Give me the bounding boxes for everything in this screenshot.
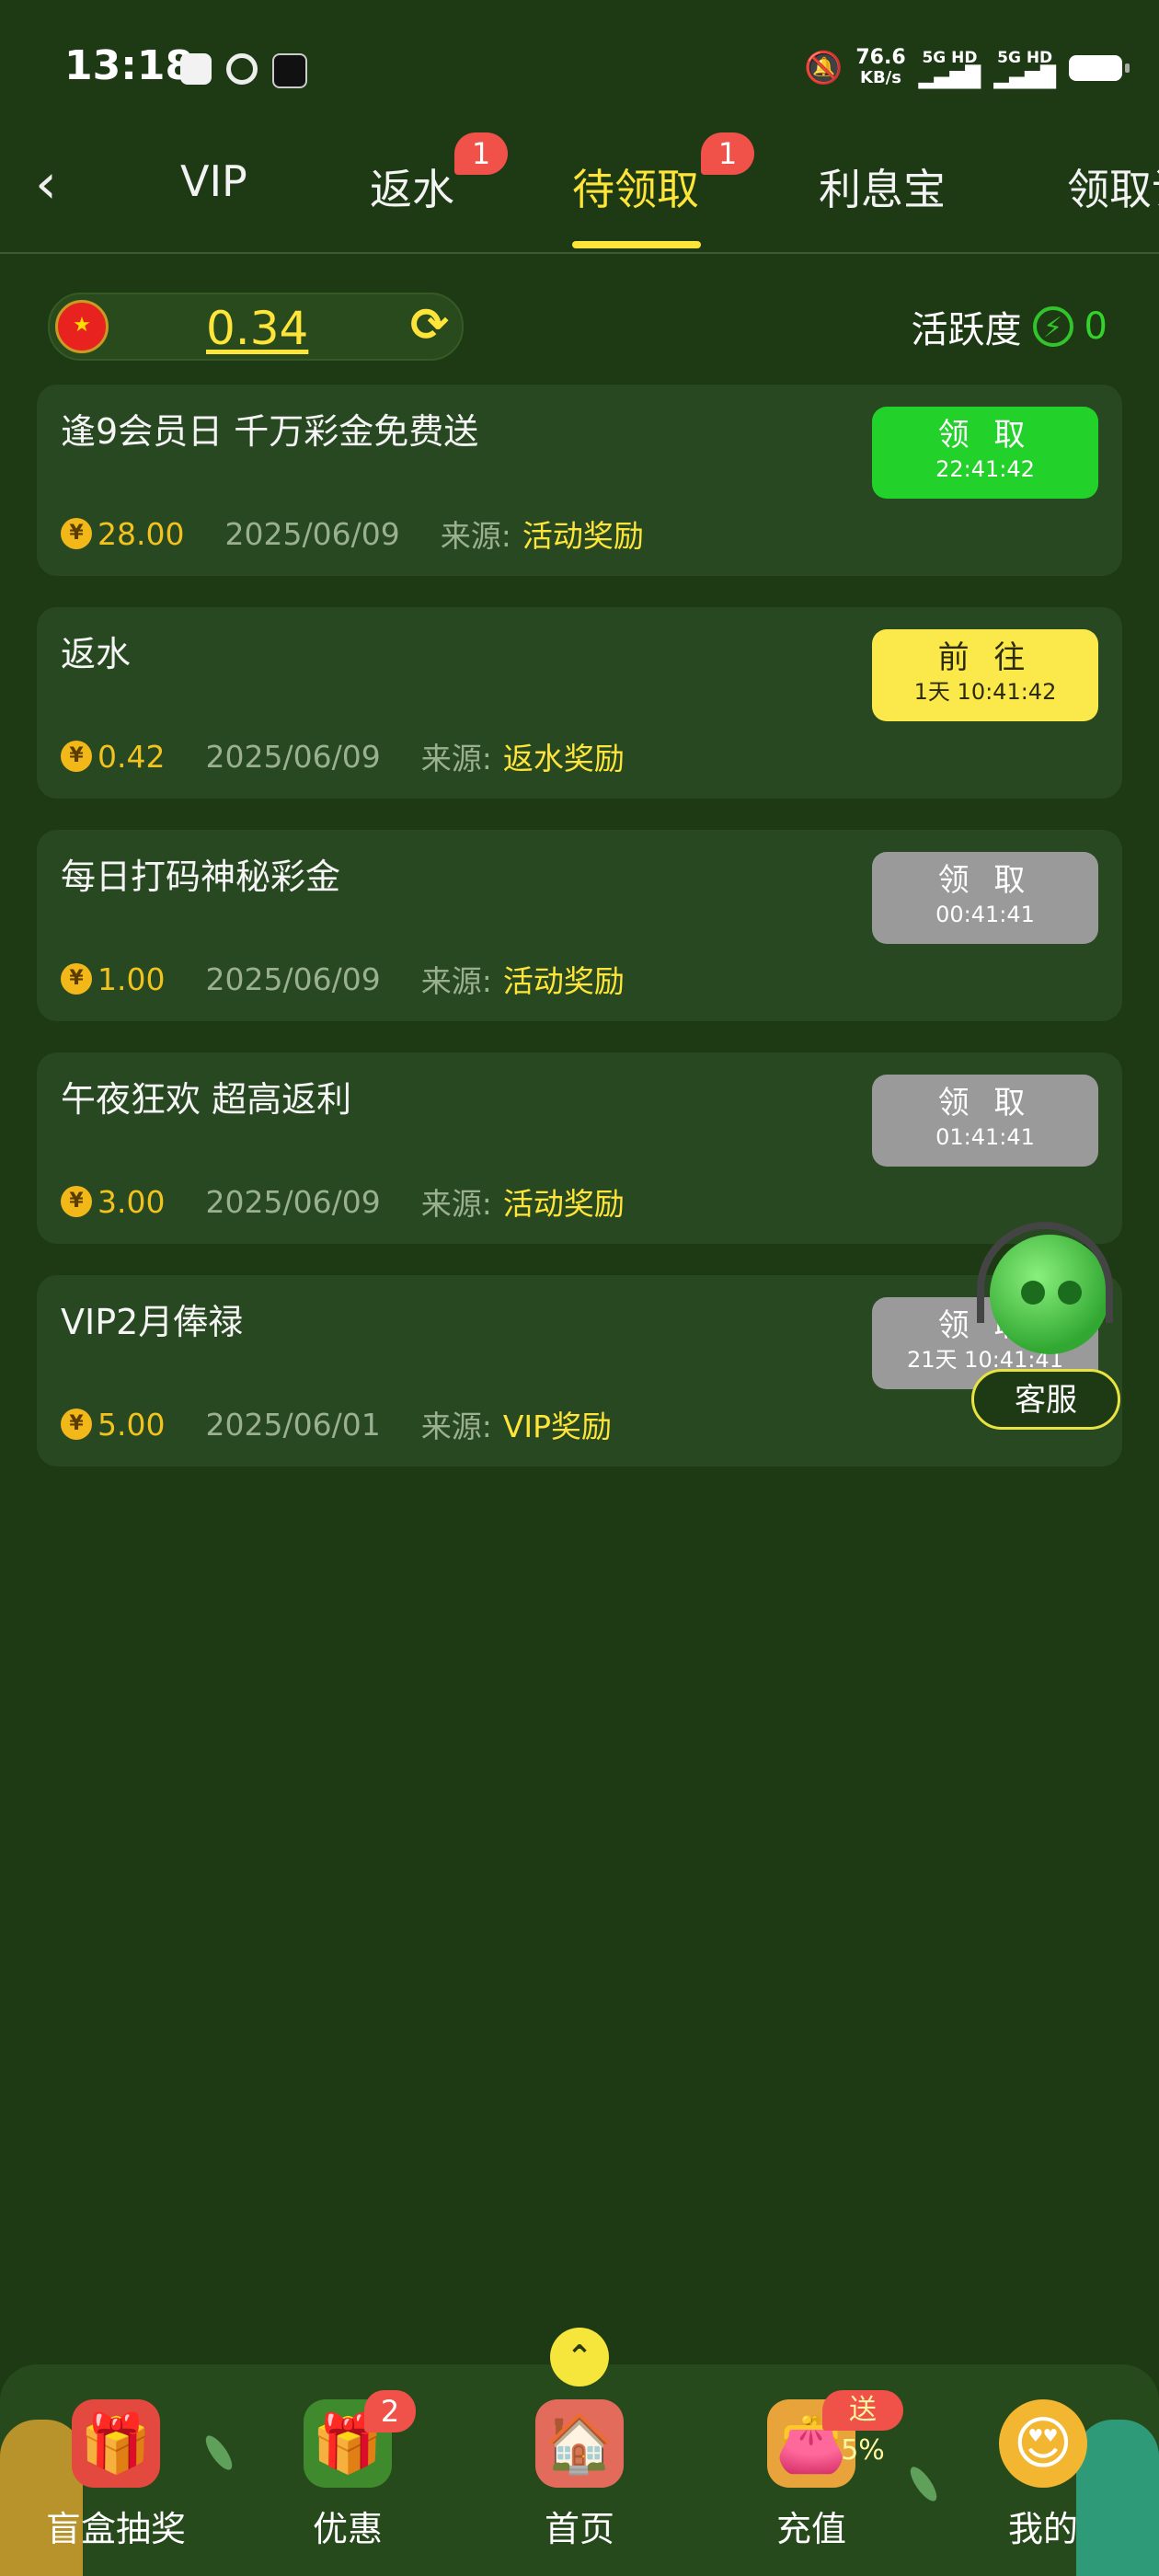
tab-pending[interactable]: 待领取 — [572, 156, 699, 217]
card-info: ¥ 28.00 2025/06/09 来源: 活动奖励 — [61, 512, 644, 556]
tab-rebate[interactable]: 返水 — [370, 156, 454, 217]
card-source-label: 来源: — [420, 1409, 492, 1444]
card-amount: 3.00 — [98, 1183, 166, 1220]
activity-indicator: 活跃度 ⚡ 0 — [912, 300, 1107, 353]
card-amount: 0.42 — [98, 738, 166, 775]
network-speed: 76.6 KB/s — [855, 46, 906, 88]
claim-button[interactable]: 领 取 01:41:41 — [872, 1075, 1098, 1167]
headset-icon — [977, 1222, 1113, 1323]
china-flag-icon: ★ — [55, 300, 109, 353]
nav-blind-box[interactable]: 🎁 盲盒抽奖 — [24, 2399, 208, 2551]
reward-card: VIP2月俸禄 ¥ 5.00 2025/06/01 来源: VIP奖励 领 取 … — [37, 1275, 1122, 1466]
status-right: 🔕 76.6 KB/s 5G HD ▂▄▆█ 5G HD ▂▄▆█ — [804, 46, 1130, 89]
yen-coin-icon: ¥ — [61, 741, 92, 772]
nav-profile[interactable]: 😍 我的 — [951, 2399, 1135, 2551]
customer-service-button[interactable]: 客服 — [971, 1369, 1120, 1430]
go-button[interactable]: 前 往 1天 10:41:42 — [872, 629, 1098, 721]
card-date: 2025/06/01 — [205, 1406, 381, 1443]
card-title: 午夜狂欢 超高返利 — [61, 1079, 352, 1120]
card-info: ¥ 5.00 2025/06/01 来源: VIP奖励 — [61, 1402, 612, 1446]
claim-button[interactable]: 领 取 22:41:42 — [872, 407, 1098, 499]
card-source: 活动奖励 — [502, 1186, 625, 1222]
card-date: 2025/06/09 — [205, 1183, 381, 1220]
bolt-icon: ⚡ — [1032, 306, 1073, 347]
bell-muted-icon: 🔕 — [804, 50, 843, 86]
reward-card: 返水 ¥ 0.42 2025/06/09 来源: 返水奖励 前 往 1天 10:… — [37, 607, 1122, 799]
signal-bars-icon: ▂▄▆█ — [993, 66, 1056, 89]
card-amount: 28.00 — [98, 515, 185, 552]
card-info: ¥ 1.00 2025/06/09 来源: 活动奖励 — [61, 957, 625, 1001]
yen-coin-icon: ¥ — [61, 1186, 92, 1217]
card-source-label: 来源: — [420, 1186, 492, 1222]
card-source: 活动奖励 — [502, 963, 625, 999]
card-source-label: 来源: — [420, 963, 492, 999]
customer-service-float[interactable]: 客服 — [971, 1222, 1130, 1435]
tab-records[interactable]: 领取记 — [1067, 156, 1159, 217]
card-date: 2025/06/09 — [205, 738, 381, 775]
yen-coin-icon: ¥ — [61, 518, 92, 549]
battery-icon — [1069, 55, 1130, 81]
card-title: 返水 — [61, 634, 132, 674]
claim-button[interactable]: 领 取 00:41:41 — [872, 852, 1098, 944]
tab-bar: ‹ VIP 返水 1 待领取 1 利息宝 领取记 — [0, 132, 1159, 254]
reward-card: 午夜狂欢 超高返利 ¥ 3.00 2025/06/09 来源: 活动奖励 领 取… — [37, 1052, 1122, 1244]
active-tab-indicator — [572, 241, 701, 248]
tab-vip[interactable]: VIP — [180, 156, 247, 206]
status-bar: 13:18 🔕 76.6 KB/s 5G HD ▂▄▆█ 5G HD ▂▄▆█ — [0, 0, 1159, 138]
activity-label: 活跃度 — [911, 309, 1022, 351]
nav-badge: 2 — [364, 2390, 416, 2432]
card-title: 逢9会员日 千万彩金免费送 — [61, 411, 479, 452]
card-amount: 1.00 — [98, 960, 166, 997]
signal-2: 5G HD ▂▄▆█ — [993, 49, 1056, 89]
back-chevron-icon[interactable]: ‹ — [35, 156, 57, 212]
nav-promotions[interactable]: 🎁 2 优惠 — [256, 2390, 440, 2551]
tab-pending-badge: 1 — [701, 132, 754, 175]
leaf-decoration — [905, 2463, 942, 2505]
signal-bars-icon: ▂▄▆█ — [918, 66, 981, 89]
card-source-label: 来源: — [420, 741, 492, 776]
tab-interest[interactable]: 利息宝 — [819, 156, 946, 217]
card-title: VIP2月俸禄 — [61, 1302, 244, 1342]
reward-card: 逢9会员日 千万彩金免费送 ¥ 28.00 2025/06/09 来源: 活动奖… — [37, 385, 1122, 576]
card-info: ¥ 3.00 2025/06/09 来源: 活动奖励 — [61, 1179, 625, 1224]
card-source: 活动奖励 — [522, 518, 644, 554]
status-time: 13:18 — [64, 42, 194, 89]
balance-value[interactable]: 0.34 — [206, 302, 308, 355]
balance-pill: ★ 0.34 ⟳ — [48, 293, 464, 361]
sync-icon — [226, 53, 258, 85]
tab-rebate-badge: 1 — [454, 132, 508, 175]
smiley-icon: 😍 — [999, 2399, 1087, 2488]
refresh-icon[interactable]: ⟳ — [405, 300, 454, 350]
signal-1: 5G HD ▂▄▆█ — [918, 49, 981, 89]
card-source-label: 来源: — [440, 518, 511, 554]
card-info: ¥ 0.42 2025/06/09 来源: 返水奖励 — [61, 734, 625, 778]
nav-home[interactable]: 🏠 首页 — [488, 2399, 671, 2551]
scroll-up-icon[interactable]: ⌃ — [550, 2328, 609, 2386]
home-icon: 🏠 — [535, 2399, 624, 2488]
nav-promo-badge: 送5% — [822, 2390, 903, 2467]
card-date: 2025/06/09 — [205, 960, 381, 997]
gift-box-icon: 🎁 — [72, 2399, 160, 2488]
yen-coin-icon: ¥ — [61, 963, 92, 995]
reward-card: 每日打码神秘彩金 ¥ 1.00 2025/06/09 来源: 活动奖励 领 取 … — [37, 830, 1122, 1021]
activity-value: 0 — [1084, 305, 1107, 348]
yen-coin-icon: ¥ — [61, 1409, 92, 1440]
notification-icons — [180, 53, 307, 88]
nav-recharge[interactable]: 👛 送5% 充值 — [719, 2390, 903, 2551]
card-amount: 5.00 — [98, 1406, 166, 1443]
card-date: 2025/06/09 — [224, 515, 400, 552]
card-source: 返水奖励 — [502, 741, 625, 776]
message-icon — [180, 53, 212, 85]
card-title: 每日打码神秘彩金 — [61, 857, 341, 897]
card-source: VIP奖励 — [502, 1409, 613, 1444]
app-icon — [272, 53, 307, 88]
